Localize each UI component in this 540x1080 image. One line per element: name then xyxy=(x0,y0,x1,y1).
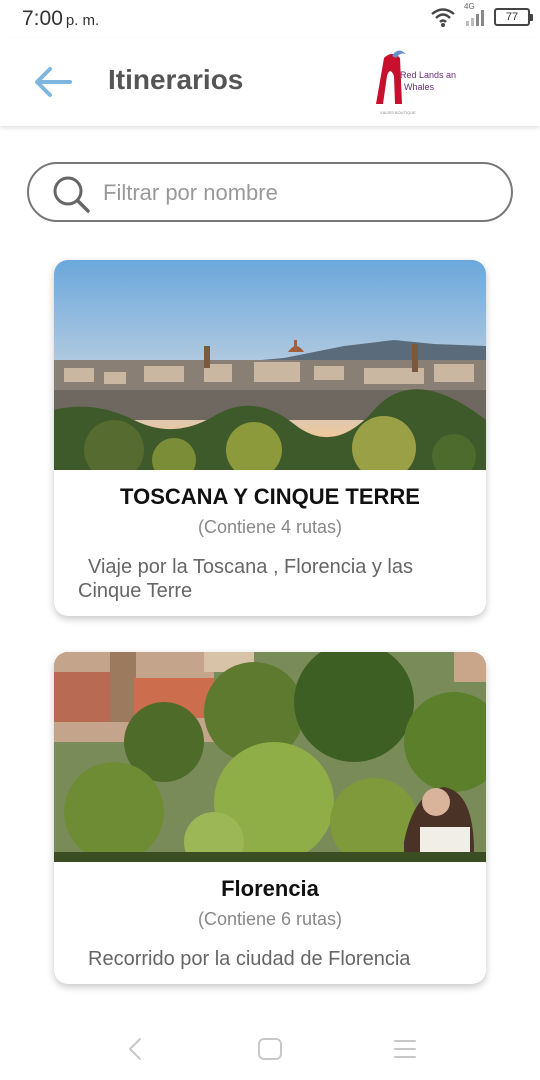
search-input[interactable] xyxy=(103,176,493,210)
itinerary-card[interactable]: Florencia (Contiene 6 rutas) Recorrido p… xyxy=(54,652,486,984)
app-bar: Itinerarios Red Lands and Whales VIAJES … xyxy=(0,38,540,126)
status-time-value: 7:00 xyxy=(22,7,63,30)
home-nav-icon xyxy=(258,1038,282,1060)
nav-home-button[interactable] xyxy=(253,1034,287,1064)
search-icon xyxy=(53,176,90,213)
logo-tagline: VIAJES BOUTIQUE xyxy=(380,110,416,115)
page-title: Itinerarios xyxy=(108,64,244,95)
status-icons: 4G 77 xyxy=(430,2,533,28)
itinerary-card[interactable]: TOSCANA Y CINQUE TERRE (Contiene 4 rutas… xyxy=(54,260,486,616)
itinerary-routes-count: (Contiene 6 rutas) xyxy=(197,909,343,929)
itinerary-description: Recorrido por la ciudad de Florencia xyxy=(88,948,411,970)
back-nav-icon xyxy=(129,1038,141,1060)
brand-logo-icon: Red Lands and Whales VIAJES BOUTIQUE xyxy=(376,50,461,115)
wifi-icon xyxy=(431,8,455,27)
menu-nav-icon xyxy=(394,1040,416,1058)
arrow-left-icon xyxy=(35,67,72,97)
itinerary-image xyxy=(54,652,486,862)
itinerary-title: TOSCANA Y CINQUE TERRE xyxy=(120,484,420,509)
search-bar[interactable] xyxy=(27,162,513,222)
itinerary-routes-count: (Contiene 4 rutas) xyxy=(197,517,343,537)
battery-level: 77 xyxy=(505,11,519,23)
status-bar: 7:00 p. m. 4G 77 xyxy=(0,0,540,38)
signal-icon: 4G xyxy=(464,2,486,28)
itinerary-description: Viaje por la Toscana , Florencia y las C… xyxy=(78,556,413,602)
brand-logo: Red Lands and Whales VIAJES BOUTIQUE xyxy=(370,46,461,118)
itinerary-title: Florencia xyxy=(221,876,319,901)
status-time: 7:00 p. m. xyxy=(22,7,99,31)
nav-back-button[interactable] xyxy=(118,1034,152,1064)
system-nav-bar xyxy=(0,1020,540,1080)
logo-text-line1: Red Lands and xyxy=(400,70,456,80)
status-time-ampm: p. m. xyxy=(65,12,100,29)
nav-menu-button[interactable] xyxy=(388,1034,422,1064)
logo-text-line2: Whales xyxy=(404,82,435,92)
itinerary-image xyxy=(54,260,486,470)
back-button[interactable] xyxy=(30,60,76,104)
battery-icon: 77 xyxy=(494,8,533,26)
